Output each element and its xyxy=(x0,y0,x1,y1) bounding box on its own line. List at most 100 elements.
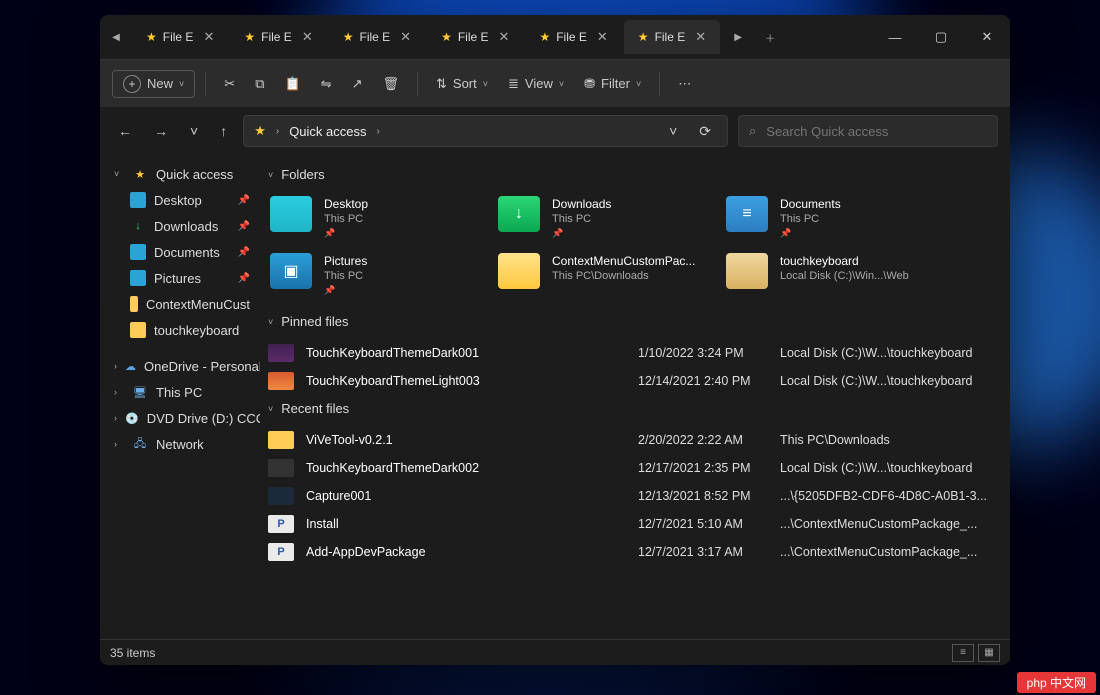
file-date: 12/7/2021 3:17 AM xyxy=(638,545,768,559)
section-folders[interactable]: ˅ Folders xyxy=(264,161,996,192)
new-tab-button[interactable]: ＋ xyxy=(754,30,786,45)
file-thumbnail xyxy=(268,372,294,390)
file-row[interactable]: TouchKeyboardThemeLight003 12/14/2021 2:… xyxy=(264,367,996,395)
sidebar-item-label: DVD Drive (D:) CCCO xyxy=(147,411,260,426)
tab[interactable]: ★File E✕ xyxy=(624,20,720,54)
file-row[interactable]: TouchKeyboardThemeDark002 12/17/2021 2:3… xyxy=(264,454,996,482)
file-row[interactable]: P Install 12/7/2021 5:10 AM ...\ContextM… xyxy=(264,510,996,538)
file-row[interactable]: ViVeTool-v0.2.1 2/20/2022 2:22 AM This P… xyxy=(264,426,996,454)
chevron-right-icon: › xyxy=(377,126,380,137)
sidebar-item[interactable]: ContextMenuCust xyxy=(100,291,260,317)
status-item-count: 35 items xyxy=(110,646,155,660)
tab-close-button[interactable]: ✕ xyxy=(199,27,218,47)
sidebar-item[interactable]: ›🖥This PC xyxy=(100,379,260,405)
file-thumbnail xyxy=(268,344,294,362)
rename-button[interactable]: ⇋ xyxy=(313,70,340,98)
folder-tile[interactable]: ↓ Downloads This PC 📌 xyxy=(492,192,712,243)
sidebar-item[interactable]: ˅★Quick access xyxy=(100,161,260,187)
breadcrumb[interactable]: ★ › Quick access › ˅ ⟳ xyxy=(243,115,728,147)
up-button[interactable]: ↑ xyxy=(214,119,233,143)
sidebar-item[interactable]: ›☁OneDrive - Personal xyxy=(100,353,260,379)
tab-scroll-left[interactable]: ◀ xyxy=(100,32,132,43)
tab-close-button[interactable]: ✕ xyxy=(691,27,710,47)
back-button[interactable]: ← xyxy=(112,119,138,143)
folder-tile[interactable]: Desktop This PC 📌 xyxy=(264,192,484,243)
folder-tile[interactable]: ▣ Pictures This PC 📌 xyxy=(264,249,484,300)
sidebar-item-label: This PC xyxy=(156,385,202,400)
chevron-down-icon: ˅ xyxy=(179,79,184,89)
tab[interactable]: ★File E✕ xyxy=(525,20,621,54)
sort-button[interactable]: ⇅Sort˅ xyxy=(428,70,496,98)
pin-icon: 📌 xyxy=(238,221,250,232)
tab-close-button[interactable]: ✕ xyxy=(495,27,514,47)
pin-icon: 📌 xyxy=(324,227,368,239)
maximize-button[interactable]: ▢ xyxy=(918,15,964,59)
file-location: ...\ContextMenuCustomPackage_... xyxy=(780,517,992,531)
chevron-down-icon: ˅ xyxy=(268,404,273,414)
chevron-down-icon: ˅ xyxy=(268,170,273,180)
section-recent[interactable]: ˅ Recent files xyxy=(264,395,996,426)
folder-icon: ↓ xyxy=(498,196,540,232)
tab[interactable]: ★File E✕ xyxy=(427,20,523,54)
tab-label: File E xyxy=(556,30,587,44)
sidebar-item[interactable]: Pictures📌 xyxy=(100,265,260,291)
paste-button[interactable]: 📋 xyxy=(276,70,308,98)
minimize-button[interactable]: — xyxy=(872,15,918,59)
tab[interactable]: ★File E✕ xyxy=(329,20,425,54)
sidebar-item[interactable]: touchkeyboard xyxy=(100,317,260,343)
section-pinned[interactable]: ˅ Pinned files xyxy=(264,308,996,339)
folder-icon xyxy=(130,296,138,312)
new-button[interactable]: + New ˅ xyxy=(112,70,195,98)
thumbnails-view-button[interactable]: ▦ xyxy=(978,644,1000,662)
share-icon: ↗ xyxy=(352,76,363,92)
breadcrumb-dropdown[interactable]: ˅ xyxy=(663,119,683,143)
file-name: Install xyxy=(306,517,626,531)
filter-button[interactable]: ⛃Filter˅ xyxy=(576,70,649,98)
tab-close-button[interactable]: ✕ xyxy=(396,27,415,47)
sidebar-item[interactable]: ›🖧Network xyxy=(100,431,260,457)
share-button[interactable]: ↗ xyxy=(344,70,371,98)
folder-tile[interactable]: ContextMenuCustomPac... This PC\Download… xyxy=(492,249,712,300)
sidebar-item-label: Documents xyxy=(154,245,220,260)
forward-button[interactable]: → xyxy=(148,119,174,143)
folder-name: Documents xyxy=(780,196,841,212)
view-button[interactable]: ≣View˅ xyxy=(500,70,572,98)
copy-button[interactable]: ⧉ xyxy=(247,70,272,98)
sidebar-item[interactable]: Documents📌 xyxy=(100,239,260,265)
file-date: 12/13/2021 8:52 PM xyxy=(638,489,768,503)
pc-icon: 🖥 xyxy=(132,384,148,400)
star-icon: ★ xyxy=(254,123,266,139)
cloud-icon: ☁ xyxy=(125,358,136,374)
sidebar-item[interactable]: Desktop📌 xyxy=(100,187,260,213)
folder-tile[interactable]: ≡ Documents This PC 📌 xyxy=(720,192,940,243)
recent-locations-button[interactable]: ˅ xyxy=(184,119,204,143)
file-row[interactable]: Capture001 12/13/2021 8:52 PM ...\{5205D… xyxy=(264,482,996,510)
status-bar: 35 items ≡ ▦ xyxy=(100,639,1010,665)
tab-scroll-right[interactable]: ▶ xyxy=(722,32,754,43)
folder-location: This PC xyxy=(324,212,368,227)
pin-icon: 📌 xyxy=(780,227,841,239)
tab[interactable]: ★File E✕ xyxy=(230,20,326,54)
tab-close-button[interactable]: ✕ xyxy=(298,27,317,47)
refresh-button[interactable]: ⟳ xyxy=(693,119,717,144)
search-input[interactable] xyxy=(766,124,987,139)
tab-close-button[interactable]: ✕ xyxy=(593,27,612,47)
cut-button[interactable]: ✂ xyxy=(216,70,243,98)
tab[interactable]: ★File E✕ xyxy=(132,20,228,54)
folder-icon xyxy=(726,253,768,289)
sidebar-item-label: Desktop xyxy=(154,193,202,208)
sidebar-item[interactable]: ↓Downloads📌 xyxy=(100,213,260,239)
file-row[interactable]: TouchKeyboardThemeDark001 1/10/2022 3:24… xyxy=(264,339,996,367)
delete-button[interactable]: 🗑 xyxy=(374,70,407,98)
sidebar-item[interactable]: ›💿DVD Drive (D:) CCCO xyxy=(100,405,260,431)
more-button[interactable]: ⋯ xyxy=(670,70,699,98)
folder-name: Pictures xyxy=(324,253,367,269)
disc-icon: 💿 xyxy=(125,410,139,426)
file-row[interactable]: P Add-AppDevPackage 12/7/2021 3:17 AM ..… xyxy=(264,538,996,566)
cut-icon: ✂ xyxy=(224,76,235,92)
folder-tile[interactable]: touchkeyboard Local Disk (C:)\Win...\Web xyxy=(720,249,940,300)
search-box[interactable]: ⌕ xyxy=(738,115,998,147)
close-window-button[interactable]: ✕ xyxy=(964,15,1010,59)
details-view-button[interactable]: ≡ xyxy=(952,644,974,662)
star-icon: ★ xyxy=(244,30,255,44)
